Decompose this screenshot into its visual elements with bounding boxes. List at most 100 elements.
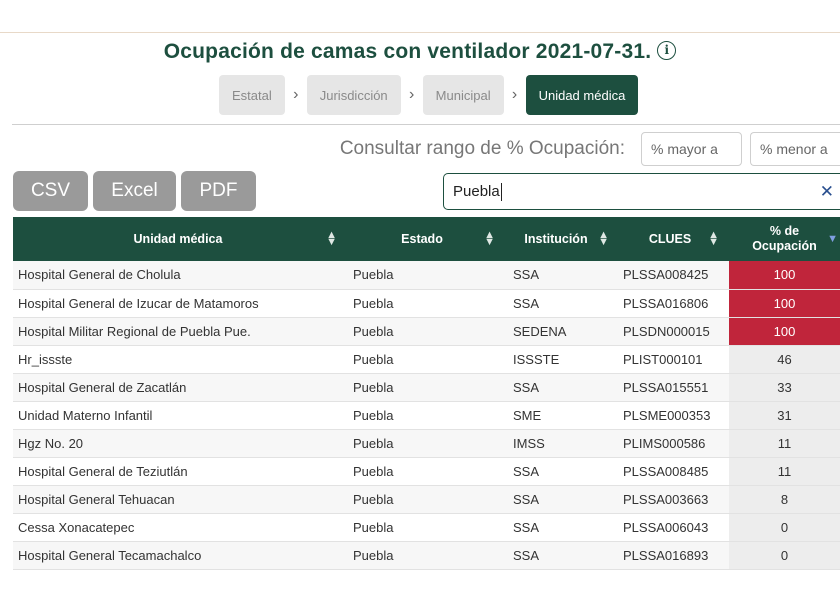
cell-unidad: Hgz No. 20 bbox=[13, 429, 343, 458]
table-row[interactable]: Hospital General de Zacatlán Puebla SSA PLS… bbox=[13, 373, 840, 402]
cell-estado: Puebla bbox=[343, 373, 501, 402]
cell-estado: Puebla bbox=[343, 261, 501, 290]
sort-icon: ▲ ▼ bbox=[326, 229, 337, 248]
max-percent-input[interactable]: % menor a bbox=[750, 132, 840, 166]
close-icon[interactable]: ✕ bbox=[820, 182, 834, 202]
cell-estado: Puebla bbox=[343, 317, 501, 346]
cell-clues: PLSSA006043 bbox=[611, 513, 729, 542]
table-row[interactable]: Hospital General Tehuacan Puebla SSA PLSSA0… bbox=[13, 485, 840, 514]
cell-estado: Puebla bbox=[343, 541, 501, 570]
cell-clues: PLSSA008425 bbox=[611, 261, 729, 290]
cell-ocupacion: 0 bbox=[729, 541, 840, 570]
cell-institucion: SSA bbox=[501, 373, 611, 402]
cell-clues: PLSME000353 bbox=[611, 401, 729, 430]
cell-ocupacion: 11 bbox=[729, 457, 840, 486]
cell-estado: Puebla bbox=[343, 345, 501, 374]
page-title: Ocupación de camas con ventilador 2021-0… bbox=[163, 40, 652, 63]
cell-clues: PLSSA016893 bbox=[611, 541, 729, 570]
cell-institucion: ISSSTE bbox=[501, 345, 611, 374]
cell-institucion: SME bbox=[501, 401, 611, 430]
cell-clues: PLIST000101 bbox=[611, 345, 729, 374]
range-filter: Consultar rango de % Ocupación: % mayor … bbox=[340, 131, 840, 167]
cell-institucion: SSA bbox=[501, 457, 611, 486]
cell-institucion: SSA bbox=[501, 513, 611, 542]
results-table: Unidad médica ▲ ▼ Estado ▲ ▼ Institución ▲… bbox=[13, 217, 840, 570]
breadcrumb-jurisdiccion[interactable]: Jurisdicción bbox=[306, 75, 401, 115]
pdf-button[interactable]: PDF bbox=[181, 171, 256, 211]
chevron-right-icon: › bbox=[409, 86, 415, 103]
cell-estado: Puebla bbox=[343, 429, 501, 458]
text-caret bbox=[500, 182, 502, 201]
cell-estado: Puebla bbox=[343, 485, 501, 514]
cell-ocupacion: 33 bbox=[729, 373, 840, 402]
export-buttons: CSV Excel PDF bbox=[13, 171, 261, 211]
cell-clues: PLIMS000586 bbox=[611, 429, 729, 458]
sort-icon: ▲ ▼ bbox=[484, 229, 495, 248]
cell-clues: PLSSA016806 bbox=[611, 289, 729, 318]
cell-unidad: Hospital General de Zacatlán bbox=[13, 373, 343, 402]
table-row[interactable]: Hospital General de Teziutlán Puebla SSA PL… bbox=[13, 457, 840, 486]
cell-institucion: SSA bbox=[501, 289, 611, 318]
csv-button[interactable]: CSV bbox=[13, 171, 88, 211]
cell-clues: PLSSA008485 bbox=[611, 457, 729, 486]
cell-unidad: Unidad Materno Infantil bbox=[13, 401, 343, 430]
cell-unidad: Cessa Xonacatepec bbox=[13, 513, 343, 542]
breadcrumb-estatal[interactable]: Estatal bbox=[219, 75, 285, 115]
cell-clues: PLSSA003663 bbox=[611, 485, 729, 514]
cell-clues: PLSDN000015 bbox=[611, 317, 729, 346]
cell-unidad: Hospital General de Teziutlán bbox=[13, 457, 343, 486]
table-row[interactable]: Cessa Xonacatepec Puebla SSA PLSSA006043 0 bbox=[13, 513, 840, 542]
table-row[interactable]: Hr_issste Puebla ISSSTE PLIST000101 46 bbox=[13, 345, 840, 374]
table-row[interactable]: Hospital Militar Regional de Puebla Pue.… bbox=[13, 317, 840, 346]
column-header-institucion[interactable]: Institución ▲ ▼ bbox=[501, 217, 611, 261]
cell-institucion: SSA bbox=[501, 541, 611, 570]
cell-ocupacion: 11 bbox=[729, 429, 840, 458]
cell-unidad: Hospital General Tehuacan bbox=[13, 485, 343, 514]
range-label: Consultar rango de % Ocupación: bbox=[339, 138, 625, 159]
search-value: Puebla bbox=[453, 183, 500, 200]
cell-ocupacion: 100 bbox=[729, 289, 840, 318]
table-row[interactable]: Hospital General de Cholula Puebla SSA PLSS… bbox=[13, 261, 840, 290]
column-header-unidad[interactable]: Unidad médica ▲ ▼ bbox=[13, 217, 343, 261]
cell-ocupacion: 8 bbox=[729, 485, 840, 514]
section-divider bbox=[12, 124, 840, 125]
column-header-label: CLUES bbox=[648, 232, 692, 246]
cell-unidad: Hr_issste bbox=[13, 345, 343, 374]
table-body: Hospital General de Cholula Puebla SSA PLSS… bbox=[13, 261, 840, 570]
cell-unidad: Hospital Militar Regional de Puebla Pue. bbox=[13, 317, 343, 346]
cell-clues: PLSSA015551 bbox=[611, 373, 729, 402]
cell-institucion: SSA bbox=[501, 261, 611, 290]
info-icon[interactable]: i bbox=[657, 41, 677, 60]
breadcrumb: Estatal › Jurisdicción › Municipal › Uni… bbox=[219, 74, 639, 116]
chevron-right-icon: › bbox=[293, 86, 299, 103]
column-header-label: Institución bbox=[524, 232, 588, 246]
sort-desc-icon: ▼ bbox=[827, 233, 838, 245]
cell-ocupacion: 46 bbox=[729, 345, 840, 374]
table-row[interactable]: Unidad Materno Infantil Puebla SME PLSME000… bbox=[13, 401, 840, 430]
cell-institucion: SSA bbox=[501, 485, 611, 514]
cell-unidad: Hospital General de Izucar de Matamoros bbox=[13, 289, 343, 318]
cell-institucion: IMSS bbox=[501, 429, 611, 458]
table-row[interactable]: Hospital General de Izucar de Matamoros P… bbox=[13, 289, 840, 318]
cell-ocupacion: 31 bbox=[729, 401, 840, 430]
column-header-clues[interactable]: CLUES ▲ ▼ bbox=[611, 217, 729, 261]
cell-ocupacion: 100 bbox=[729, 261, 840, 290]
cell-ocupacion: 0 bbox=[729, 513, 840, 542]
min-percent-input[interactable]: % mayor a bbox=[641, 132, 742, 166]
breadcrumb-unidad-medica[interactable]: Unidad médica bbox=[525, 75, 639, 115]
sort-icon: ▲ ▼ bbox=[598, 229, 609, 248]
search-input[interactable]: Puebla ✕ bbox=[443, 173, 840, 210]
table-row[interactable]: Hospital General Tecamachalco Puebla SSA PL… bbox=[13, 541, 840, 570]
cell-estado: Puebla bbox=[343, 401, 501, 430]
column-header-ocupacion[interactable]: % de Ocupación ▼ bbox=[729, 217, 840, 261]
column-header-estado[interactable]: Estado ▲ ▼ bbox=[343, 217, 501, 261]
table-row[interactable]: Hgz No. 20 Puebla IMSS PLIMS000586 11 bbox=[13, 429, 840, 458]
sort-icon: ▲ ▼ bbox=[708, 229, 719, 248]
excel-button[interactable]: Excel bbox=[93, 171, 176, 211]
cell-institucion: SEDENA bbox=[501, 317, 611, 346]
top-divider bbox=[0, 32, 840, 33]
chevron-right-icon: › bbox=[511, 86, 518, 103]
cell-unidad: Hospital General de Cholula bbox=[13, 261, 343, 290]
cell-ocupacion: 100 bbox=[729, 317, 840, 346]
breadcrumb-municipal[interactable]: Municipal bbox=[422, 75, 504, 115]
